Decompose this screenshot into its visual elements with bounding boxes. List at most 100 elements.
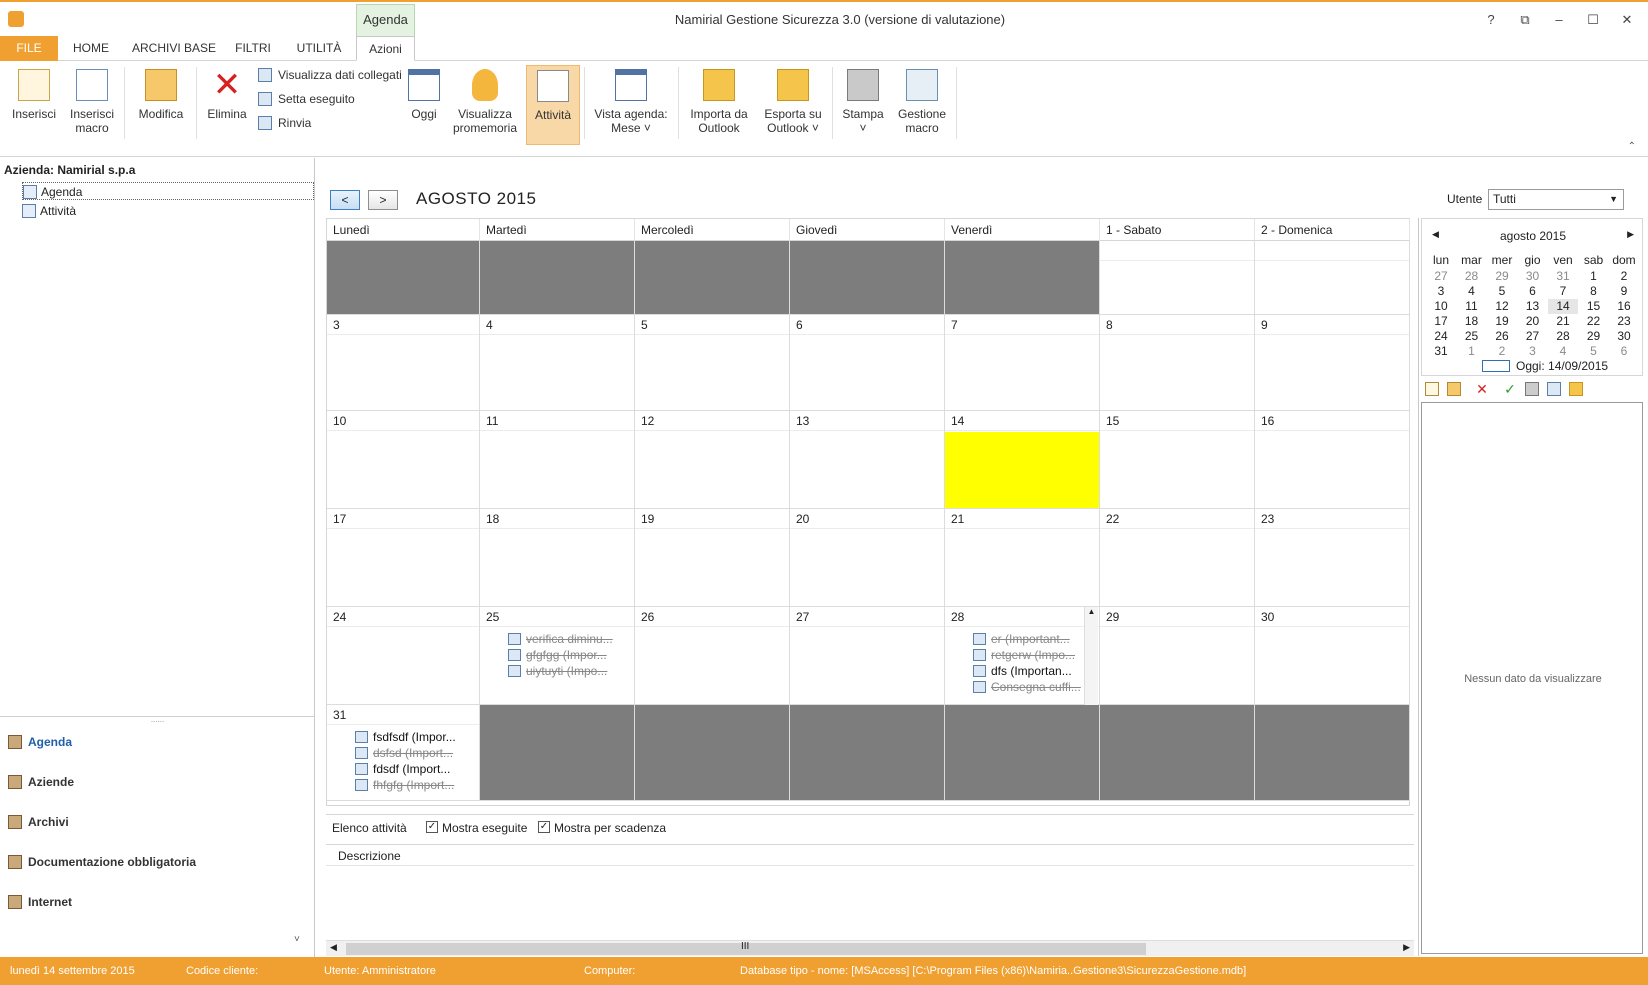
day-cell[interactable]: 26 [635, 607, 790, 705]
day-cell[interactable]: 13 [790, 411, 945, 509]
mini-day[interactable]: 6 [1518, 284, 1548, 299]
rinvia-button[interactable]: Rinvia [258, 113, 311, 133]
edit-task-icon[interactable] [1447, 382, 1461, 396]
mini-day[interactable]: 14 [1548, 299, 1578, 314]
mini-day[interactable]: 21 [1548, 314, 1578, 329]
day-cell[interactable]: 28 er (Important... retgerw (Impo... dfs (I… [945, 607, 1100, 705]
day-cell[interactable]: 18 [480, 509, 635, 607]
day-cell[interactable]: 21 [945, 509, 1100, 607]
day-cell[interactable] [1255, 705, 1410, 801]
day-cell[interactable]: 9 [1255, 315, 1410, 411]
mini-today-link[interactable]: Oggi: 14/09/2015 [1482, 359, 1608, 373]
day-cell[interactable]: 3 [327, 315, 480, 411]
mini-day[interactable]: 2 [1487, 344, 1517, 359]
export-task-icon[interactable] [1569, 382, 1583, 396]
user-filter-select[interactable]: Tutti ▼ [1488, 189, 1624, 210]
day-cell[interactable]: 29 [1100, 607, 1255, 705]
collapse-ribbon-icon[interactable]: ⌃ [1628, 141, 1636, 152]
day-cell[interactable]: 16 [1255, 411, 1410, 509]
calendar-event[interactable]: er (Important... [973, 631, 1088, 647]
horizontal-scrollbar[interactable]: ◀ III ▶ [326, 940, 1414, 956]
importa-outlook-button[interactable]: Importa da Outlook [684, 65, 754, 145]
tab-archivi-base[interactable]: ARCHIVI BASE [128, 36, 220, 61]
mini-day[interactable]: 13 [1518, 299, 1548, 314]
nav-internet[interactable]: Internet [8, 892, 72, 912]
stampa-dropdown[interactable]: Stampa ˅ [838, 65, 888, 145]
mini-day[interactable]: 5 [1579, 344, 1609, 359]
copy-task-icon[interactable] [1547, 382, 1561, 396]
show-done-checkbox[interactable]: ✓ Mostra eseguite [426, 821, 527, 835]
mini-next-icon[interactable]: ▶ [1627, 229, 1634, 240]
nav-more-chevron-icon[interactable]: ˅ [294, 934, 300, 945]
tree-item-attivita[interactable]: Attività [22, 202, 76, 220]
print-task-icon[interactable] [1525, 382, 1539, 396]
day-cell[interactable] [327, 241, 480, 315]
mini-day[interactable]: 2 [1609, 269, 1639, 284]
vista-agenda-dropdown[interactable]: Vista agenda: Mese ˅ [590, 65, 672, 145]
inserisci-button[interactable]: Inserisci [6, 65, 62, 145]
close-button[interactable]: ✕ [1612, 8, 1642, 32]
nav-documentazione[interactable]: Documentazione obbligatoria [8, 852, 196, 872]
scroll-right-icon[interactable]: ▶ [1403, 942, 1410, 953]
tree-item-agenda[interactable]: Agenda [22, 182, 314, 200]
day-cell[interactable] [480, 241, 635, 315]
day-cell[interactable]: 27 [790, 607, 945, 705]
day-cell[interactable]: 12 [635, 411, 790, 509]
day-cell[interactable]: 8 [1100, 315, 1255, 411]
calendar-event[interactable]: gfgfgg (Impor... [508, 647, 623, 663]
day-cell[interactable] [945, 241, 1100, 315]
mini-day[interactable]: 18 [1457, 314, 1487, 329]
day-cell[interactable] [635, 241, 790, 315]
mini-day[interactable]: 3 [1426, 284, 1456, 299]
day-cell[interactable] [1255, 241, 1410, 315]
mini-day[interactable]: 15 [1579, 299, 1609, 314]
day-cell[interactable]: 24 [327, 607, 480, 705]
mini-day[interactable]: 22 [1579, 314, 1609, 329]
day-cell[interactable]: 10 [327, 411, 480, 509]
gestione-macro-button[interactable]: Gestione macro [892, 65, 952, 145]
mini-day[interactable]: 6 [1609, 344, 1639, 359]
day-cell[interactable] [790, 241, 945, 315]
esporta-outlook-dropdown[interactable]: Esporta su Outlook ˅ [758, 65, 828, 145]
calendar-event[interactable]: retgerw (Impo... [973, 647, 1088, 663]
mini-day[interactable]: 30 [1518, 269, 1548, 284]
day-cell[interactable]: 19 [635, 509, 790, 607]
day-cell[interactable]: 15 [1100, 411, 1255, 509]
elimina-button[interactable]: ✕ Elimina [200, 65, 254, 145]
inserisci-macro-button[interactable]: Inserisci macro [64, 65, 120, 145]
day-cell[interactable] [790, 705, 945, 801]
modifica-button[interactable]: Modifica [130, 65, 192, 145]
mini-day[interactable]: 11 [1457, 299, 1487, 314]
mini-day[interactable]: 30 [1609, 329, 1639, 344]
nav-aziende[interactable]: Aziende [8, 772, 74, 792]
calendar-event[interactable]: uiytuyti (Impo... [508, 663, 623, 679]
mini-day[interactable]: 16 [1609, 299, 1639, 314]
attivita-button[interactable]: Attività [526, 65, 580, 145]
oggi-button[interactable]: Oggi [402, 65, 446, 145]
mini-day[interactable]: 9 [1609, 284, 1639, 299]
day-cell[interactable] [945, 705, 1100, 801]
day-cell[interactable] [1100, 705, 1255, 801]
day-cell[interactable]: 22 [1100, 509, 1255, 607]
mini-day[interactable]: 17 [1426, 314, 1456, 329]
calendar-event[interactable]: fhfgfg (Import... [355, 777, 468, 793]
mini-day[interactable]: 10 [1426, 299, 1456, 314]
mini-day[interactable]: 19 [1487, 314, 1517, 329]
mini-day[interactable]: 28 [1548, 329, 1578, 344]
prev-month-button[interactable]: < [330, 190, 360, 210]
scroll-left-icon[interactable]: ◀ [330, 942, 337, 953]
mini-day[interactable]: 29 [1579, 329, 1609, 344]
restore-ribbon-button[interactable]: ⧉ [1510, 8, 1540, 32]
mini-day[interactable]: 20 [1518, 314, 1548, 329]
calendar-event[interactable]: fdsdf (Import... [355, 761, 468, 777]
calendar-event[interactable]: dfs (Importan... [973, 663, 1088, 679]
tab-utilita[interactable]: UTILITÀ [290, 36, 348, 61]
mini-day[interactable]: 1 [1457, 344, 1487, 359]
next-month-button[interactable]: > [368, 190, 398, 210]
day-cell[interactable]: 25 verifica diminu... gfgfgg (Impor... uiyt… [480, 607, 635, 705]
day-cell[interactable] [1100, 241, 1255, 315]
panel-splitter[interactable]: ...... [0, 716, 315, 724]
day-cell[interactable]: 30 [1255, 607, 1410, 705]
day-cell[interactable]: 23 [1255, 509, 1410, 607]
mini-day[interactable]: 27 [1426, 269, 1456, 284]
